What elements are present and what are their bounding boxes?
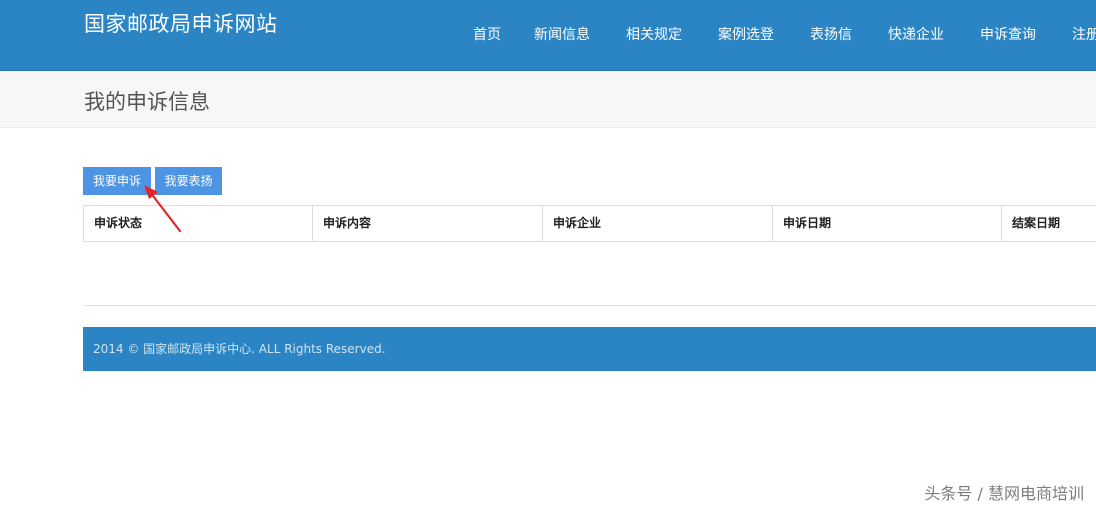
column-header-closing-date: 结案日期 (1001, 206, 1096, 241)
annotation-arrow-icon (144, 185, 182, 233)
column-header-status: 申诉状态 (83, 206, 313, 241)
nav-item-courier-companies[interactable]: 快递企业 (888, 24, 944, 44)
nav-item-register[interactable]: 注册 (1072, 24, 1096, 44)
nav-item-complaint-query[interactable]: 申诉查询 (980, 24, 1036, 44)
top-navbar: 国家邮政局申诉网站 首页 新闻信息 相关规定 案例选登 表扬信 快递企业 申诉查… (0, 0, 1096, 71)
page-title-strip: 我的申诉信息 (0, 71, 1096, 128)
footer-copyright: 2014 © 国家邮政局申诉中心. ALL Rights Reserved. (93, 342, 386, 356)
column-header-company: 申诉企业 (542, 206, 773, 241)
page-title: 我的申诉信息 (84, 90, 210, 114)
nav-item-news[interactable]: 新闻信息 (534, 24, 590, 44)
content-divider (83, 305, 1096, 306)
nav-item-regulations[interactable]: 相关规定 (626, 24, 682, 44)
column-header-content: 申诉内容 (312, 206, 543, 241)
footer: 2014 © 国家邮政局申诉中心. ALL Rights Reserved. (83, 327, 1096, 371)
column-header-complaint-date: 申诉日期 (772, 206, 1002, 241)
nav-item-praise-letters[interactable]: 表扬信 (810, 24, 852, 44)
nav-item-cases[interactable]: 案例选登 (718, 24, 774, 44)
nav-item-home[interactable]: 首页 (473, 24, 501, 44)
complaints-table-header: 申诉状态 申诉内容 申诉企业 申诉日期 结案日期 (83, 205, 1096, 242)
watermark: 头条号 / 慧网电商培训 (924, 484, 1084, 503)
main-nav: 首页 新闻信息 相关规定 案例选登 表扬信 快递企业 申诉查询 注册 (0, 24, 1096, 44)
